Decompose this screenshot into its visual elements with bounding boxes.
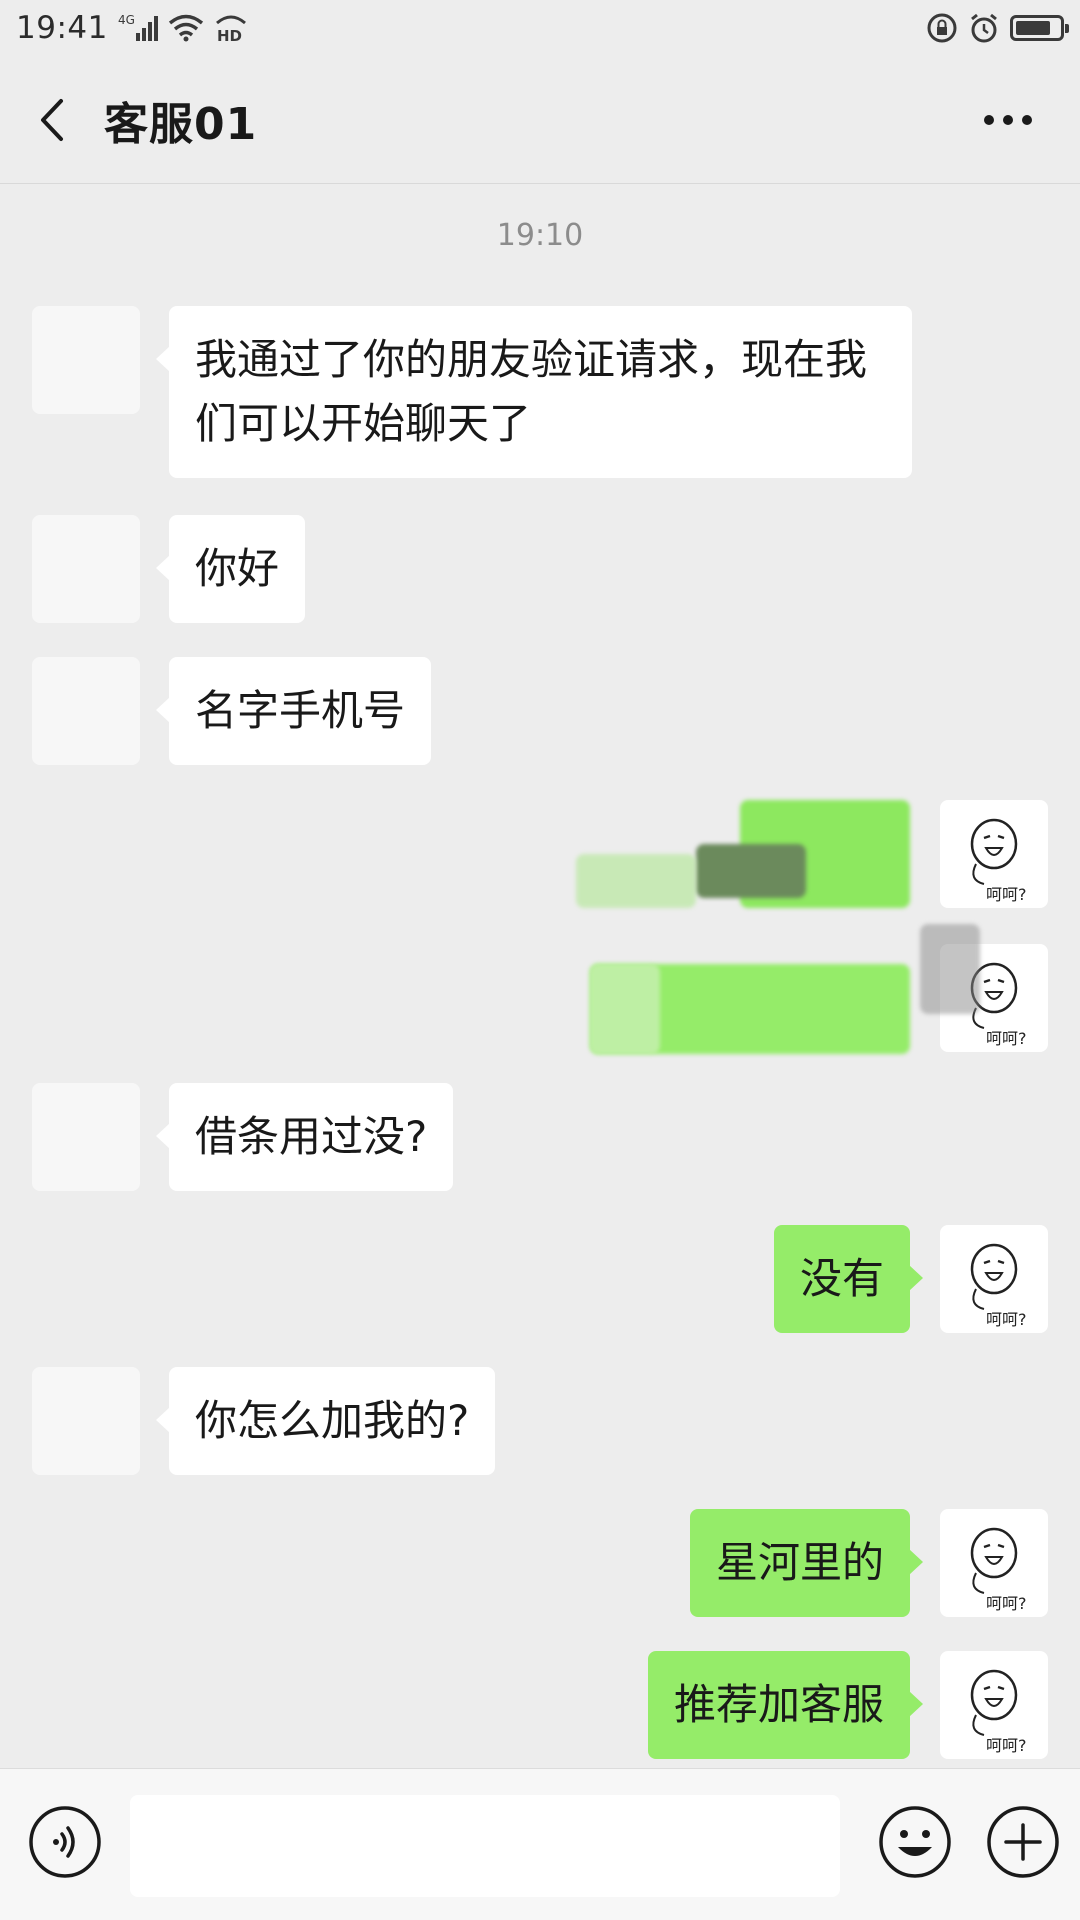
back-button[interactable] [0, 56, 104, 183]
chat-title: 客服01 [104, 98, 258, 150]
alarm-icon [968, 12, 1000, 44]
message-bubble[interactable]: 你怎么加我的? [155, 1367, 496, 1475]
agent-avatar[interactable] [32, 1367, 140, 1475]
avatar-emoji-icon: 呵呵? [970, 1243, 1027, 1329]
avatar-emoji-icon: 呵呵? [970, 1527, 1027, 1613]
avatar-caption: 呵呵? [986, 1310, 1027, 1329]
chat-screen: 19:41 4G HD 客服01 19:10 我通过了你的朋友验证请求，现在我们… [0, 0, 1080, 1920]
wifi-icon [168, 14, 204, 42]
hd-label: HD [217, 27, 242, 43]
agent-avatar[interactable] [32, 515, 140, 623]
avatar-emoji-icon: 呵呵? [970, 818, 1027, 904]
redacted-content [590, 964, 660, 1054]
avatar-caption: 呵呵? [986, 1594, 1027, 1613]
message-bubble[interactable]: 名字手机号 [155, 657, 432, 765]
plus-icon [987, 1806, 1059, 1878]
more-options-button[interactable] [976, 56, 1040, 183]
network-label: 4G [118, 13, 135, 27]
message-input[interactable] [130, 1795, 840, 1897]
more-dots-icon [984, 114, 1032, 125]
agent-avatar[interactable] [32, 306, 140, 414]
redacted-content [920, 924, 980, 1014]
emoji-button[interactable] [878, 1805, 952, 1879]
message-list[interactable]: 19:10 我通过了你的朋友验证请求，现在我们可以开始聊天了 你好 名字手机号 [0, 184, 1080, 1768]
cellular-signal-icon: 4G [118, 13, 158, 43]
status-left: 19:41 4G HD [16, 10, 248, 46]
avatar-caption: 呵呵? [986, 885, 1027, 904]
message-bubble[interactable]: 星河里的 [689, 1509, 924, 1617]
avatar-caption: 呵呵? [986, 1029, 1027, 1048]
chat-header: 客服01 [0, 56, 1080, 184]
voice-input-button[interactable] [28, 1805, 102, 1879]
message-bubble[interactable]: 借条用过没? [155, 1083, 454, 1191]
avatar-emoji-icon: 呵呵? [970, 1669, 1027, 1755]
chevron-left-icon [41, 98, 63, 141]
input-bar [0, 1768, 1080, 1920]
message-bubble[interactable]: 推荐加客服 [647, 1651, 924, 1759]
battery-level [1016, 21, 1050, 35]
more-functions-button[interactable] [986, 1805, 1060, 1879]
agent-avatar[interactable] [32, 657, 140, 765]
status-right [926, 12, 1069, 44]
agent-avatar[interactable] [32, 1083, 140, 1191]
my-avatar[interactable]: 呵呵? [940, 1651, 1048, 1759]
message-bubble[interactable]: 我通过了你的朋友验证请求，现在我们可以开始聊天了 [156, 306, 912, 478]
my-avatar[interactable]: 呵呵? [940, 800, 1048, 908]
message-bubble[interactable]: 你好 [155, 515, 306, 623]
redacted-content [576, 854, 696, 908]
voice-icon [29, 1806, 101, 1878]
my-avatar[interactable]: 呵呵? [940, 1509, 1048, 1617]
rotation-lock-icon [926, 12, 958, 44]
avatar-caption: 呵呵? [986, 1736, 1027, 1755]
message-bubble[interactable]: 没有 [773, 1225, 924, 1333]
status-bar: 19:41 4G HD [0, 0, 1080, 56]
hd-call-icon: HD [214, 13, 248, 43]
smiley-icon [879, 1806, 951, 1878]
redacted-content [696, 844, 806, 898]
my-avatar[interactable]: 呵呵? [940, 1225, 1048, 1333]
message-timestamp: 19:10 [496, 218, 584, 253]
battery-icon [1010, 15, 1069, 41]
status-time: 19:41 [16, 10, 108, 46]
